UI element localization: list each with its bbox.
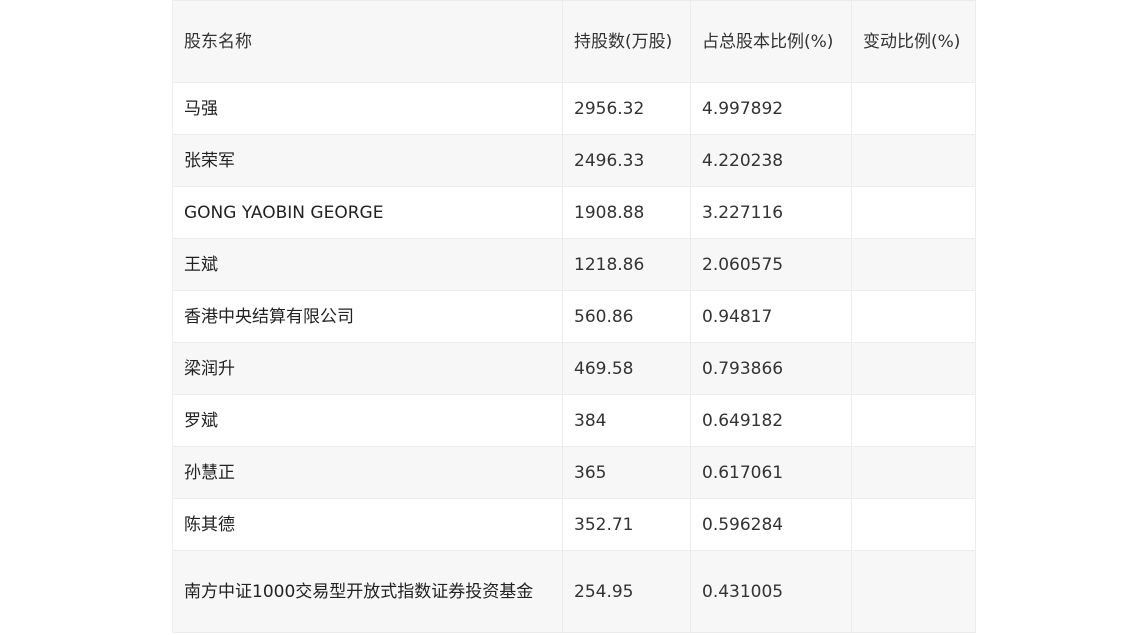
- shareholder-name: 梁润升: [172, 342, 563, 395]
- shares-value: 2956.32: [562, 82, 691, 135]
- table-row: 马强 2956.32 4.997892: [172, 82, 976, 135]
- shareholder-name: 马强: [172, 82, 563, 135]
- ratio-value: 0.596284: [690, 498, 852, 551]
- shareholder-name: 孙慧正: [172, 446, 563, 499]
- change-value: [851, 186, 976, 239]
- table-row: 王斌 1218.86 2.060575: [172, 238, 976, 291]
- shareholder-table: 股东名称 持股数(万股) 占总股本比例(%) 变动比例(%) 马强 2956.3…: [172, 0, 976, 633]
- change-value: [851, 550, 976, 633]
- shareholder-name: 王斌: [172, 238, 563, 291]
- table-row: 孙慧正 365 0.617061: [172, 446, 976, 499]
- ratio-value: 0.649182: [690, 394, 852, 447]
- ratio-value: 0.617061: [690, 446, 852, 499]
- shareholder-name: 张荣军: [172, 134, 563, 187]
- shareholder-name: 香港中央结算有限公司: [172, 290, 563, 343]
- shares-value: 469.58: [562, 342, 691, 395]
- shares-value: 1908.88: [562, 186, 691, 239]
- shareholder-table-container: 股东名称 持股数(万股) 占总股本比例(%) 变动比例(%) 马强 2956.3…: [172, 0, 976, 633]
- change-value: [851, 238, 976, 291]
- change-value: [851, 446, 976, 499]
- change-value: [851, 342, 976, 395]
- ratio-value: 2.060575: [690, 238, 852, 291]
- shareholder-name: 南方中证1000交易型开放式指数证券投资基金: [172, 550, 563, 633]
- header-shareholder-name: 股东名称: [172, 0, 563, 83]
- change-value: [851, 82, 976, 135]
- table-row: 罗斌 384 0.649182: [172, 394, 976, 447]
- ratio-value: 0.94817: [690, 290, 852, 343]
- shareholder-name: GONG YAOBIN GEORGE: [172, 186, 563, 239]
- table-row: 南方中证1000交易型开放式指数证券投资基金 254.95 0.431005: [172, 550, 976, 633]
- shares-value: 1218.86: [562, 238, 691, 291]
- table-header-row: 股东名称 持股数(万股) 占总股本比例(%) 变动比例(%): [172, 0, 976, 83]
- ratio-value: 0.431005: [690, 550, 852, 633]
- header-shares: 持股数(万股): [562, 0, 691, 83]
- shares-value: 384: [562, 394, 691, 447]
- change-value: [851, 498, 976, 551]
- shares-value: 352.71: [562, 498, 691, 551]
- shares-value: 560.86: [562, 290, 691, 343]
- table-row: 陈其德 352.71 0.596284: [172, 498, 976, 551]
- change-value: [851, 134, 976, 187]
- change-value: [851, 290, 976, 343]
- table-row: 张荣军 2496.33 4.220238: [172, 134, 976, 187]
- table-row: GONG YAOBIN GEORGE 1908.88 3.227116: [172, 186, 976, 239]
- change-value: [851, 394, 976, 447]
- ratio-value: 0.793866: [690, 342, 852, 395]
- shareholder-name: 陈其德: [172, 498, 563, 551]
- header-ratio: 占总股本比例(%): [690, 0, 852, 83]
- shares-value: 254.95: [562, 550, 691, 633]
- ratio-value: 4.997892: [690, 82, 852, 135]
- ratio-value: 3.227116: [690, 186, 852, 239]
- table-row: 香港中央结算有限公司 560.86 0.94817: [172, 290, 976, 343]
- shareholder-name: 罗斌: [172, 394, 563, 447]
- shares-value: 2496.33: [562, 134, 691, 187]
- table-row: 梁润升 469.58 0.793866: [172, 342, 976, 395]
- ratio-value: 4.220238: [690, 134, 852, 187]
- header-change: 变动比例(%): [851, 0, 976, 83]
- shares-value: 365: [562, 446, 691, 499]
